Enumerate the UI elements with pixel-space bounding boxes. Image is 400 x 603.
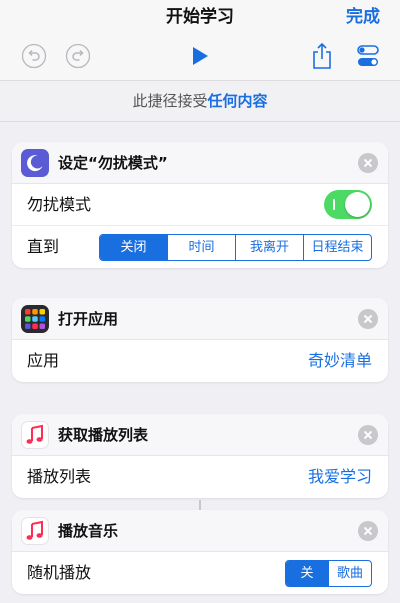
- undo-button[interactable]: [20, 42, 48, 70]
- play-icon: [193, 47, 208, 65]
- app-value[interactable]: 奇妙清单: [308, 340, 372, 382]
- shuffle-segmented-control: 关 歌曲: [285, 560, 372, 587]
- segment-off[interactable]: 关闭: [100, 235, 167, 260]
- until-row: 直到 关闭 时间 我离开 日程结束: [12, 226, 388, 268]
- toggle-on-mark: [333, 199, 335, 210]
- get-playlist-action-card: 获取播放列表 播放列表 我爱学习: [12, 414, 388, 498]
- playlist-value[interactable]: 我爱学习: [308, 456, 372, 498]
- segment-songs[interactable]: 歌曲: [328, 561, 371, 586]
- banner-prefix: 此捷径接受: [132, 92, 208, 110]
- input-type-banner: 此捷径接受任何内容: [0, 80, 400, 122]
- accepted-input-link[interactable]: 任何内容: [208, 92, 268, 110]
- segment-off[interactable]: 关: [286, 561, 328, 586]
- play-music-action-card: 播放音乐 随机播放 关 歌曲: [12, 510, 388, 594]
- card-title: 打开应用: [58, 310, 119, 328]
- moon-icon: [21, 149, 49, 177]
- music-note-icon: [21, 421, 49, 449]
- app-row: 应用 奇妙清单: [12, 340, 388, 382]
- dnd-toggle-row: 勿扰模式: [12, 184, 388, 226]
- redo-button[interactable]: [64, 42, 92, 70]
- navigation-bar: 开始学习 完成: [0, 0, 400, 80]
- remove-action-icon[interactable]: [358, 521, 378, 541]
- do-not-disturb-action-card: 设定“勿扰模式” 勿扰模式 直到 关闭 时间 我离开 日程结束: [12, 142, 388, 268]
- open-app-action-card: 打开应用 应用 奇妙清单: [12, 298, 388, 382]
- play-button[interactable]: [186, 42, 214, 70]
- row-label: 随机播放: [27, 563, 92, 582]
- until-segmented-control: 关闭 时间 我离开 日程结束: [99, 234, 372, 261]
- toggle-knob: [345, 192, 370, 217]
- segment-event-ends[interactable]: 日程结束: [303, 235, 371, 260]
- undo-icon: [21, 43, 47, 69]
- settings-button[interactable]: [354, 42, 382, 70]
- share-icon: [313, 42, 331, 69]
- card-title: 获取播放列表: [58, 426, 149, 444]
- settings-toggle-icon: [357, 45, 379, 66]
- remove-action-icon[interactable]: [358, 309, 378, 329]
- segment-i-leave[interactable]: 我离开: [235, 235, 303, 260]
- row-label: 勿扰模式: [27, 195, 92, 214]
- dnd-toggle[interactable]: [324, 190, 372, 219]
- card-header: 播放音乐: [12, 510, 388, 552]
- card-title: 设定“勿扰模式”: [58, 154, 168, 172]
- remove-action-icon[interactable]: [358, 153, 378, 173]
- card-header: 设定“勿扰模式”: [12, 142, 388, 184]
- row-label: 应用: [27, 351, 60, 370]
- row-label: 播放列表: [27, 467, 92, 486]
- action-connector: [199, 500, 201, 510]
- shuffle-row: 随机播放 关 歌曲: [12, 552, 388, 594]
- card-header: 获取播放列表: [12, 414, 388, 456]
- app-grid-icon: [21, 305, 49, 333]
- card-title: 播放音乐: [58, 522, 119, 540]
- segment-time[interactable]: 时间: [167, 235, 235, 260]
- redo-icon: [65, 43, 91, 69]
- playlist-row: 播放列表 我爱学习: [12, 456, 388, 498]
- page-title: 开始学习: [166, 7, 234, 27]
- card-header: 打开应用: [12, 298, 388, 340]
- remove-action-icon[interactable]: [358, 425, 378, 445]
- done-button[interactable]: 完成: [346, 2, 380, 27]
- share-button[interactable]: [308, 42, 336, 70]
- music-note-icon: [21, 517, 49, 545]
- row-label: 直到: [27, 237, 60, 256]
